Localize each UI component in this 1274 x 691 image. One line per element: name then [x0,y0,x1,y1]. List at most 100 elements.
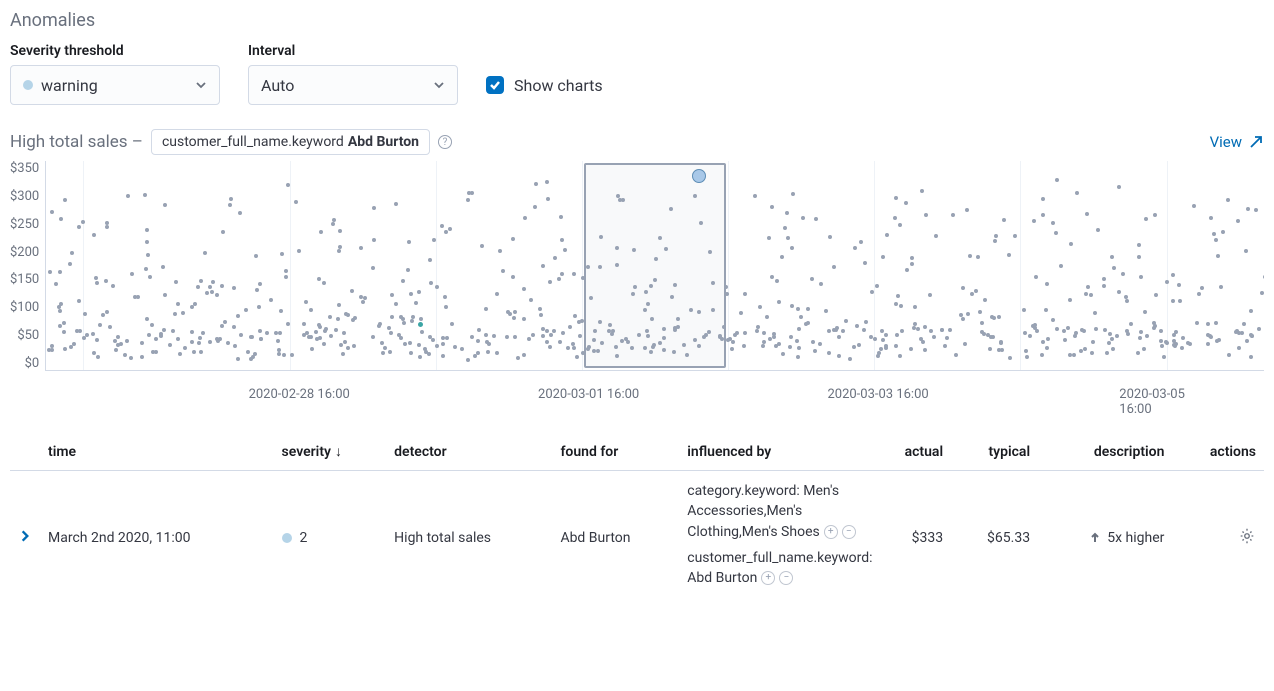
data-point [1084,292,1088,296]
col-actions[interactable]: actions [1172,433,1264,471]
data-point [783,226,787,230]
col-description[interactable]: description [1038,433,1172,471]
col-influenced-by[interactable]: influenced by [679,433,871,471]
data-point [862,328,866,332]
sort-down-icon: ↓ [335,444,342,460]
filter-remove-icon[interactable]: − [842,525,856,539]
data-point [77,225,81,229]
x-tick: 2020-03-05 16:00 [1119,387,1215,417]
col-time[interactable]: time [40,433,274,471]
data-point [670,295,674,299]
data-point [114,348,118,352]
data-point [323,329,327,333]
chart-entity-chip[interactable]: customer_full_name.keyword Abd Burton [151,129,430,155]
y-tick: $100 [10,300,39,315]
data-point [1079,349,1083,353]
chart-plot-area[interactable] [45,161,1264,371]
data-point [72,342,76,346]
data-point [377,324,381,328]
show-charts-checkbox[interactable] [486,76,504,94]
data-point [448,227,452,231]
data-point [561,331,565,335]
data-point [178,352,182,356]
data-point [408,341,412,345]
data-point [531,333,535,337]
data-point [993,239,997,243]
view-link[interactable]: View [1210,133,1264,151]
data-point [559,215,563,219]
data-point [383,346,387,350]
data-point [70,251,74,255]
data-point [999,340,1003,344]
data-point [945,336,949,340]
data-point [586,347,590,351]
cell-actual: $333 [871,471,951,605]
data-point [1024,349,1028,353]
chart-title: High total sales – [10,132,143,152]
data-point [512,316,516,320]
data-point [513,310,517,314]
col-typical[interactable]: typical [951,433,1038,471]
info-icon[interactable]: ? [438,135,452,149]
data-point [1212,232,1216,236]
data-point [310,347,314,351]
data-point [1195,321,1199,325]
data-point [1111,347,1115,351]
data-point [470,335,474,339]
data-point [1173,344,1177,348]
data-point [693,338,697,342]
data-point [105,310,109,314]
data-point [290,353,294,357]
data-point [144,267,148,271]
interval-select[interactable]: Auto [248,65,458,105]
data-point [896,294,900,298]
severity-threshold-select[interactable]: warning [10,65,220,105]
data-point [1139,275,1143,279]
data-point [92,233,96,237]
data-point [1125,299,1129,303]
x-tick: 2020-03-01 16:00 [538,387,639,402]
filter-add-icon[interactable]: + [824,525,838,539]
data-point [1066,326,1070,330]
col-actual[interactable]: actual [871,433,951,471]
data-point [943,344,947,348]
data-point [96,355,100,359]
data-point [1236,219,1240,223]
filter-remove-icon[interactable]: − [779,571,793,585]
data-point [929,329,933,333]
col-found-for[interactable]: found for [552,433,679,471]
expand-row-button[interactable] [18,529,32,543]
cell-time: March 2nd 2020, 11:00 [40,471,274,605]
data-point [1051,221,1055,225]
view-label: View [1210,133,1242,151]
data-point [304,300,308,304]
data-point [1072,353,1076,357]
col-detector[interactable]: detector [386,433,552,471]
data-point [756,325,760,329]
data-point [1186,341,1190,345]
data-point [986,333,990,337]
data-point [828,235,832,239]
data-point [592,338,596,342]
data-point [768,337,772,341]
anomaly-marker[interactable] [692,169,706,183]
y-tick: $200 [10,245,39,260]
data-point [338,245,342,249]
data-point [372,206,376,210]
data-point [159,332,163,336]
data-point [662,327,666,331]
data-point [644,290,648,294]
data-point [317,277,321,281]
data-point [389,331,393,335]
data-point [1172,339,1176,343]
data-point [900,329,904,333]
data-point [1145,334,1149,338]
filter-add-icon[interactable]: + [761,571,775,585]
data-point [450,322,454,326]
gear-icon[interactable] [1238,527,1256,545]
data-point [658,341,662,345]
data-point [435,344,439,348]
data-point [841,329,845,333]
data-point [1172,333,1176,337]
col-severity[interactable]: severity↓ [274,433,387,471]
